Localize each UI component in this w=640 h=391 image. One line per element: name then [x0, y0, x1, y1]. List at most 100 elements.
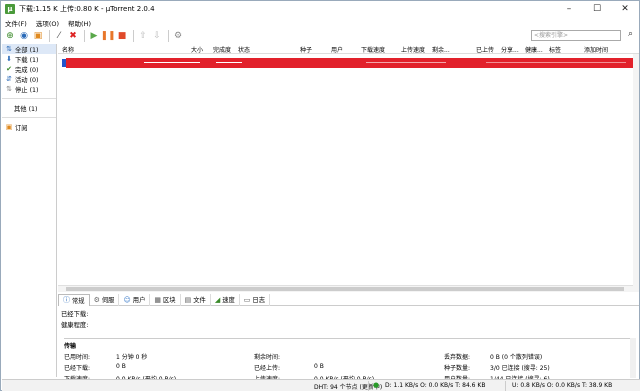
add-url-button[interactable]: ◉: [18, 30, 30, 42]
menu-help[interactable]: 帮助(H): [68, 18, 91, 28]
start-button[interactable]: ▶: [88, 30, 100, 42]
column-header-status[interactable]: 状态: [238, 45, 250, 54]
gear-icon: ⚙: [173, 31, 183, 41]
elapsed-label: 已用时间:: [64, 354, 91, 361]
toolbar-separator: [168, 30, 169, 42]
redaction-line: [216, 62, 242, 63]
table-row[interactable]: [66, 58, 633, 68]
sidebar-item-label: 其他 (1): [14, 105, 38, 113]
menu-bar: 文件(F) 选项(O) 帮助(H): [1, 17, 639, 28]
sidebar-item-inactive[interactable]: ⇅ 停止 (1): [2, 84, 56, 94]
sidebar-item-active[interactable]: ⇵ 活动 (0): [2, 74, 56, 84]
toolbar-separator: [84, 30, 85, 42]
tab-label: 日志: [252, 297, 266, 304]
toolbar-separator: [49, 30, 50, 42]
tab-logger[interactable]: ▭ 日志: [240, 293, 271, 306]
uploaded-label: 已经上传:: [254, 365, 281, 372]
move-up-button[interactable]: ⇧: [137, 30, 149, 42]
sidebar-item-other[interactable]: 其他 (1): [2, 103, 56, 113]
stop-button[interactable]: ■: [116, 30, 128, 42]
sidebar-item-feeds[interactable]: ▣ 订阅: [2, 122, 56, 132]
all-icon: ⇅: [6, 45, 12, 53]
column-header-seeds[interactable]: 种子: [300, 45, 312, 54]
column-header-availability[interactable]: 健康...: [525, 45, 543, 54]
transfer-header: 传输: [64, 343, 77, 350]
sidebar-item-label: 活动 (0): [15, 76, 39, 84]
column-header-row: 名称 大小 完成度 状态 种子 用户 下载速度 上传速度 剩余... 已上传 分…: [58, 44, 639, 54]
column-header-ratio[interactable]: 分享...: [501, 45, 519, 54]
column-header-name[interactable]: 名称: [62, 45, 74, 54]
add-torrent-button[interactable]: ⊕: [4, 30, 16, 42]
column-header-eta[interactable]: 剩余...: [432, 45, 450, 54]
rss-icon: ▣: [5, 123, 13, 131]
downloaded-progress-row: 已经下载:: [61, 308, 636, 319]
minimize-button[interactable]: –: [555, 1, 583, 17]
upload-status[interactable]: U: 0.8 KB/s O: 0.0 KB/s T: 38.9 KB: [512, 382, 612, 389]
window-title: 下载:1.15 K 上传:0.80 K - µTorrent 2.0.4: [19, 5, 155, 13]
tab-label: 速度: [222, 297, 235, 304]
check-icon: ✔: [6, 65, 12, 73]
dht-status[interactable]: DHT: 94 个节点 (更新中): [314, 382, 382, 391]
column-header-added[interactable]: 添加时间: [584, 45, 608, 54]
info-icon: ⓘ: [63, 296, 70, 304]
column-header-label[interactable]: 标签: [549, 45, 561, 54]
remove-button[interactable]: ✖: [67, 30, 79, 42]
menu-file[interactable]: 文件(F): [5, 18, 27, 28]
scrollbar-thumb[interactable]: [66, 287, 624, 291]
downloaded-label: 已经下载:: [64, 365, 91, 372]
tab-pieces[interactable]: ▦ 区块: [150, 293, 181, 306]
wasted-label: 丢弃数据:: [444, 354, 471, 361]
toolbar: ⊕ ◉ ▣ ⁄ ✖ ▶ ❚❚ ■ ⇧ ⇩ ⚙ <搜索引擎> ⌕: [1, 28, 639, 44]
detail-tabs: ⓘ 常规 ⚙ 伺服 ☺ 用户 ▦ 区块 ▤ 文件 ◢ 速度 ▭ 日志: [58, 293, 639, 306]
vertical-scrollbar[interactable]: [633, 54, 639, 292]
file-icon: ▤: [184, 295, 192, 304]
download-icon: ⬇: [6, 55, 12, 63]
general-scrollbar[interactable]: [630, 338, 636, 378]
search-icon[interactable]: ⌕: [628, 29, 633, 39]
play-icon: ▶: [90, 31, 98, 41]
tab-label: 文件: [193, 297, 206, 304]
column-header-done[interactable]: 完成度: [213, 45, 231, 54]
maximize-button[interactable]: ☐: [583, 1, 611, 17]
move-down-button[interactable]: ⇩: [151, 30, 163, 42]
network-ok-icon[interactable]: ●: [373, 381, 379, 389]
availability-label: 健康程度:: [61, 322, 89, 329]
status-bar: DHT: 94 个节点 (更新中) ● D: 1.1 KB/s O: 0.0 K…: [2, 379, 640, 391]
column-header-uploaded[interactable]: 已上传: [476, 45, 494, 54]
add-feed-button[interactable]: ▣: [32, 30, 44, 42]
sidebar-item-all[interactable]: ⇅ 全部 (1): [2, 44, 56, 54]
download-status[interactable]: D: 1.1 KB/s O: 0.0 KB/s T: 84.6 KB: [385, 382, 485, 389]
utorrent-logo-icon: µ: [5, 4, 15, 14]
tab-peers[interactable]: ☺ 用户: [119, 293, 151, 306]
tab-label: 伺服: [101, 297, 115, 304]
tab-label: 常规: [72, 297, 85, 305]
sidebar-item-downloading[interactable]: ⬇ 下载 (1): [2, 54, 56, 64]
add-torrent-icon: ⊕: [6, 31, 14, 41]
column-header-size[interactable]: 大小: [191, 45, 203, 54]
log-icon: ▭: [243, 295, 251, 304]
remaining-value: [314, 352, 444, 361]
column-header-down-speed[interactable]: 下载速度: [361, 45, 385, 54]
tab-speed[interactable]: ◢ 速度: [211, 293, 240, 306]
pause-button[interactable]: ❚❚: [100, 30, 115, 42]
horizontal-scrollbar[interactable]: [58, 285, 633, 292]
wasted-value: 0 B (0 个散列错误): [490, 354, 543, 361]
column-header-up-speed[interactable]: 上传速度: [401, 45, 425, 54]
peers-icon: ☺: [123, 295, 131, 304]
availability-row: 健康程度:: [61, 319, 636, 330]
create-torrent-button[interactable]: ⁄: [53, 30, 65, 42]
close-window-button[interactable]: ✕: [611, 1, 639, 17]
status-divider: [505, 381, 506, 391]
general-panel: 已经下载: 健康程度: 传输 已用时间: 1 分钟 0 秒 剩余时间: 丢弃数据…: [61, 308, 636, 383]
sidebar-item-completed[interactable]: ✔ 完成 (0): [2, 64, 56, 74]
column-header-peers[interactable]: 用户: [331, 45, 343, 54]
tab-trackers[interactable]: ⚙ 伺服: [90, 293, 120, 306]
tab-files[interactable]: ▤ 文件: [181, 293, 211, 306]
preferences-button[interactable]: ⚙: [172, 30, 184, 42]
search-input[interactable]: <搜索引擎>: [531, 30, 621, 41]
uploaded-value: 0 B: [314, 363, 324, 370]
toolbar-separator: [133, 30, 134, 42]
tab-general[interactable]: ⓘ 常规: [58, 293, 90, 306]
title-bar: µ 下载:1.15 K 上传:0.80 K - µTorrent 2.0.4 –…: [1, 1, 639, 17]
menu-options[interactable]: 选项(O): [36, 18, 59, 28]
